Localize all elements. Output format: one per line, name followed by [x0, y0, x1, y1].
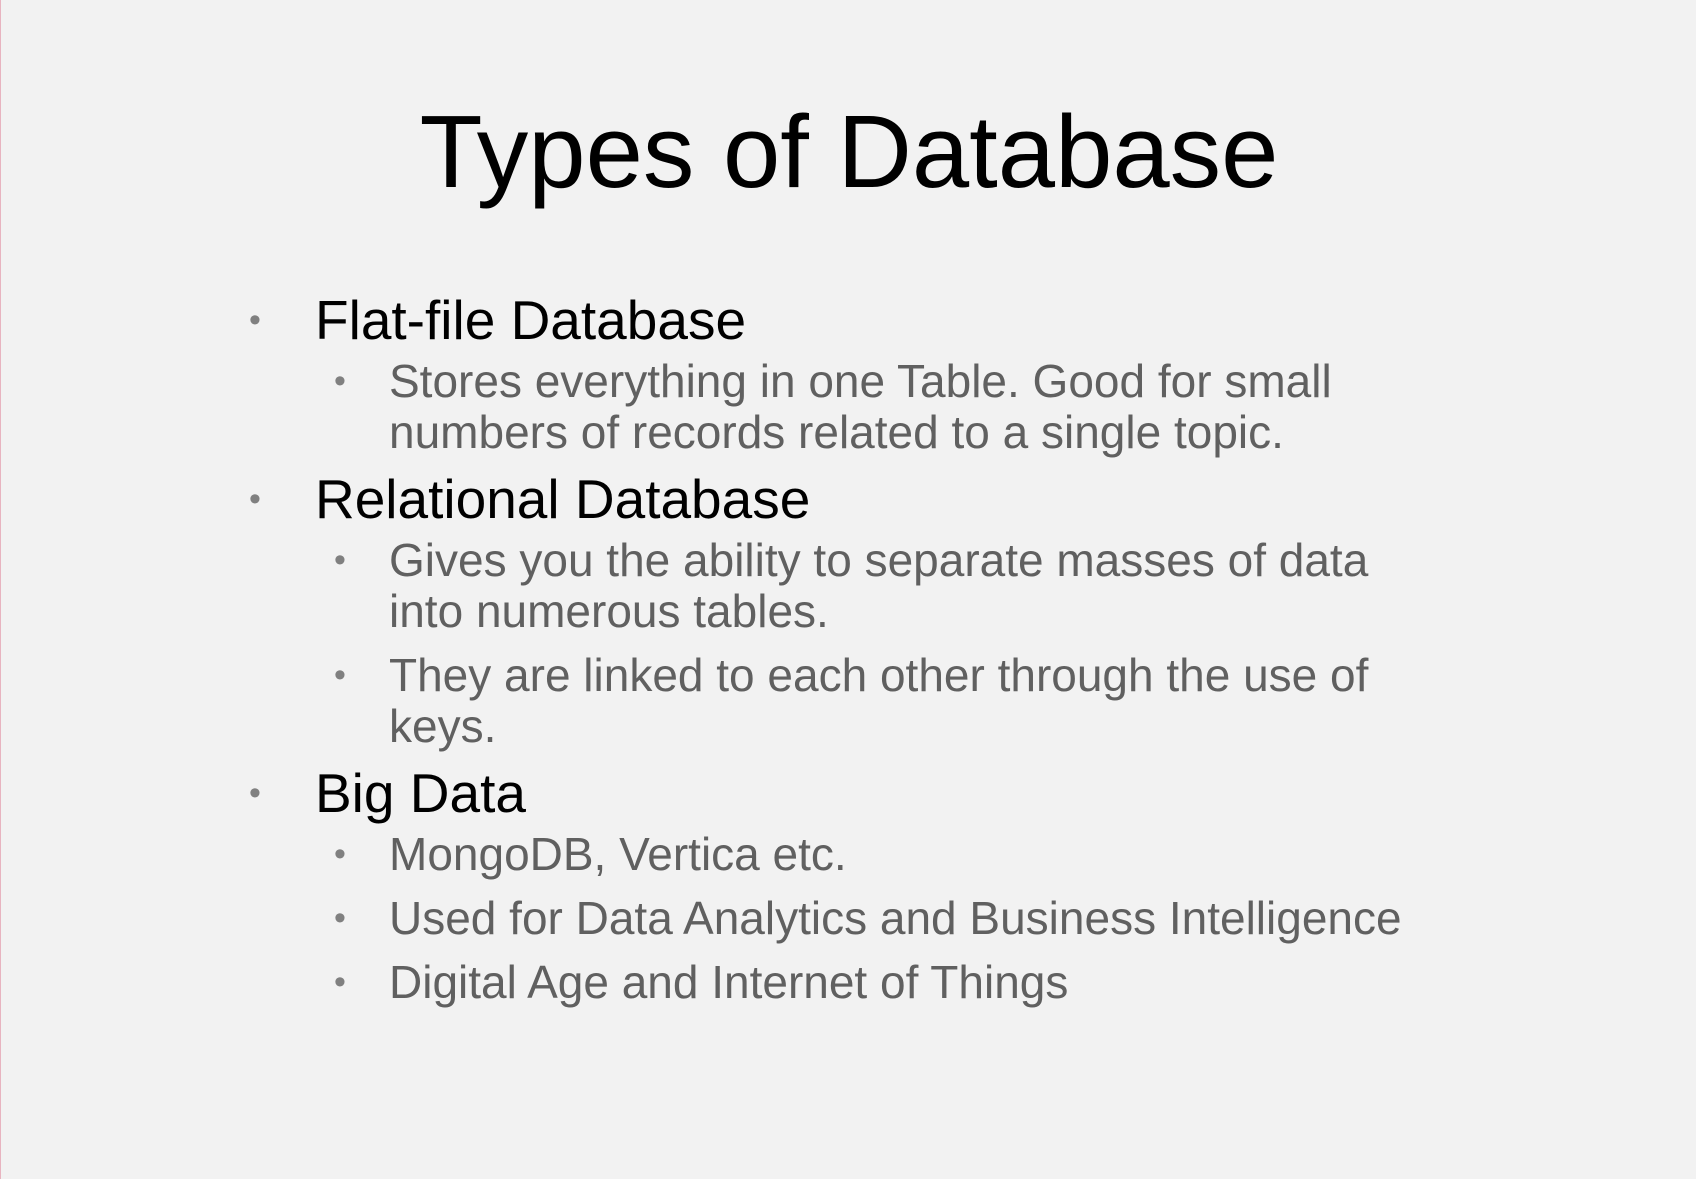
sub-bullet-item: • MongoDB, Vertica etc. [241, 829, 1471, 880]
sub-bullet-line: numbers of records related to a single t… [389, 406, 1284, 458]
sub-bullet-line: Used for Data Analytics and Business Int… [389, 892, 1402, 944]
bullet-dot-icon: • [249, 774, 261, 812]
bullet-label: Big Data [315, 762, 526, 824]
bullet-item-relational: • Relational Database [241, 467, 1471, 531]
sub-bullet-item: • They are linked to each other through … [241, 650, 1471, 752]
bullet-list: • Flat-file Database • Stores everything… [241, 288, 1471, 1021]
slide: Types of Database • Flat-file Database •… [0, 0, 1696, 1179]
bullet-label: Relational Database [315, 468, 811, 530]
bullet-dot-icon: • [249, 301, 261, 339]
sub-bullet-item: • Stores everything in one Table. Good f… [241, 356, 1471, 458]
sub-bullet-line: Gives you the ability to separate masses… [389, 534, 1369, 586]
sub-bullet-item: • Gives you the ability to separate mass… [241, 535, 1471, 637]
sub-bullet-line: keys. [389, 700, 497, 752]
sub-bullet-item: • Used for Data Analytics and Business I… [241, 893, 1471, 944]
bullet-dot-icon: • [334, 541, 346, 579]
bullet-dot-icon: • [334, 835, 346, 873]
sub-bullet-line: Digital Age and Internet of Things [389, 956, 1069, 1008]
bullet-dot-icon: • [249, 480, 261, 518]
bullet-dot-icon: • [334, 963, 346, 1001]
slide-title: Types of Database [419, 94, 1279, 209]
sub-bullet-line: Stores everything in one Table. Good for… [389, 355, 1332, 407]
bullet-dot-icon: • [334, 899, 346, 937]
sub-bullet-line: into numerous tables. [389, 585, 829, 637]
bullet-item-flat-file: • Flat-file Database [241, 288, 1471, 352]
sub-bullet-line: MongoDB, Vertica etc. [389, 828, 847, 880]
bullet-label: Flat-file Database [315, 289, 747, 351]
bullet-item-big-data: • Big Data [241, 761, 1471, 825]
bullet-dot-icon: • [334, 656, 346, 694]
sub-bullet-item: • Digital Age and Internet of Things [241, 957, 1471, 1008]
sub-bullet-line: They are linked to each other through th… [389, 649, 1369, 701]
bullet-dot-icon: • [334, 362, 346, 400]
